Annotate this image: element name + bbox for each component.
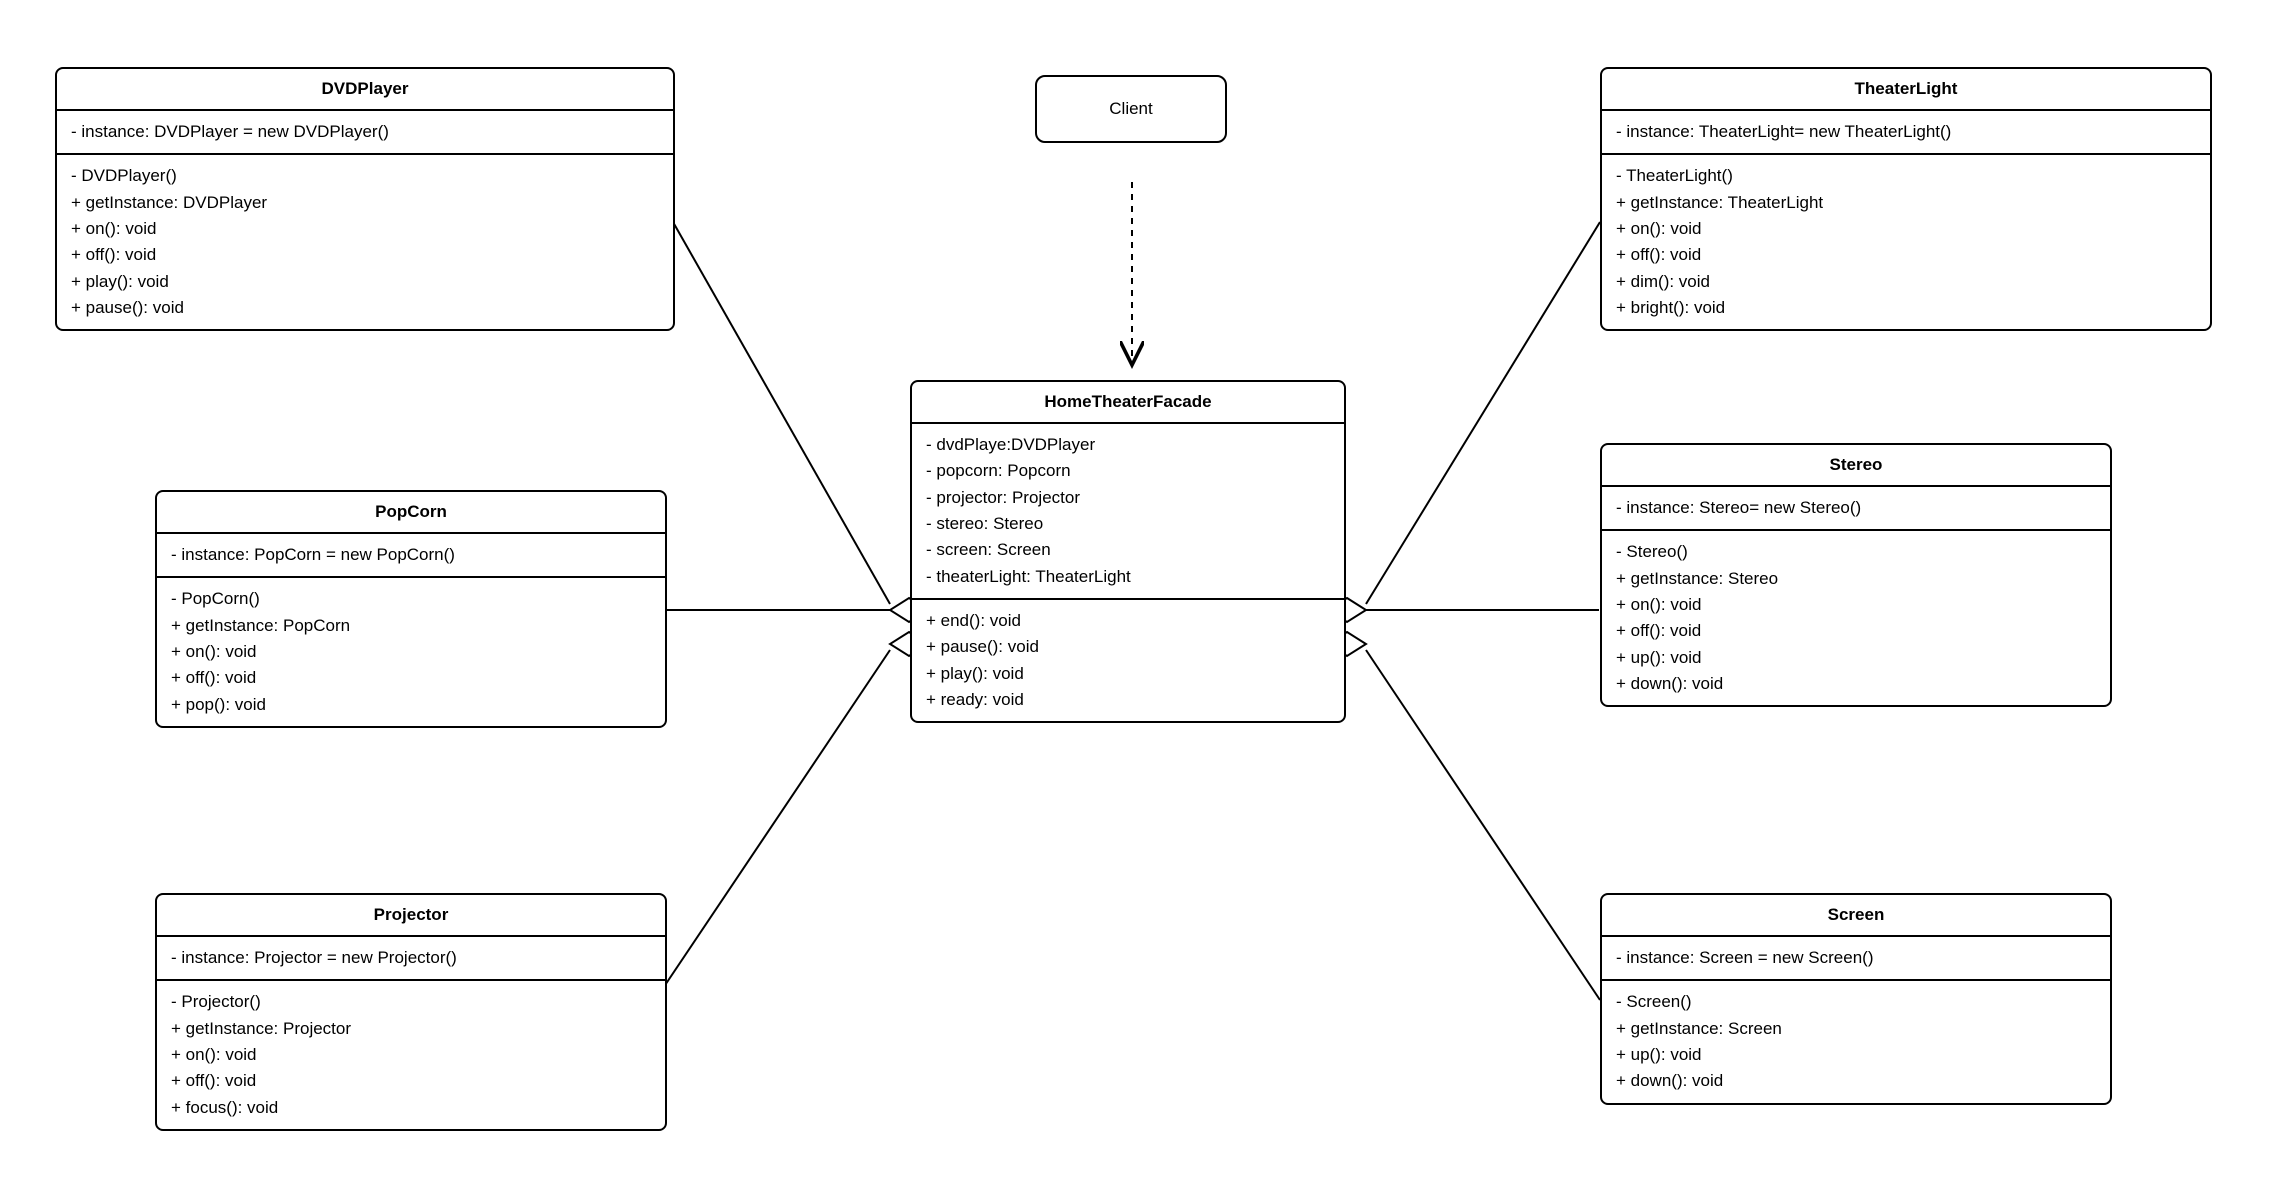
class-attributes: - instance: Stereo= new Stereo() bbox=[1602, 487, 2110, 531]
class-title: TheaterLight bbox=[1602, 69, 2210, 111]
assoc-theaterlight bbox=[1366, 222, 1600, 604]
uml-class-diagram: Client HomeTheaterFacade - dvdPlaye:DVDP… bbox=[0, 0, 2280, 1183]
class-methods: - Projector() + getInstance: Projector +… bbox=[157, 981, 665, 1129]
assoc-projector bbox=[645, 650, 890, 1015]
class-title: Client bbox=[1067, 99, 1195, 119]
class-dvdplayer: DVDPlayer - instance: DVDPlayer = new DV… bbox=[55, 67, 675, 331]
assoc-screen bbox=[1366, 650, 1600, 1000]
class-title: Screen bbox=[1602, 895, 2110, 937]
class-home-theater-facade: HomeTheaterFacade - dvdPlaye:DVDPlayer -… bbox=[910, 380, 1346, 723]
class-methods: - Stereo() + getInstance: Stereo + on():… bbox=[1602, 531, 2110, 705]
class-client: Client bbox=[1035, 75, 1227, 143]
class-title: Stereo bbox=[1602, 445, 2110, 487]
class-screen: Screen - instance: Screen = new Screen()… bbox=[1600, 893, 2112, 1105]
class-title: PopCorn bbox=[157, 492, 665, 534]
class-methods: - TheaterLight() + getInstance: TheaterL… bbox=[1602, 155, 2210, 329]
class-attributes: - instance: Screen = new Screen() bbox=[1602, 937, 2110, 981]
class-attributes: - dvdPlaye:DVDPlayer - popcorn: Popcorn … bbox=[912, 424, 1344, 600]
assoc-dvdplayer bbox=[673, 222, 890, 604]
class-stereo: Stereo - instance: Stereo= new Stereo() … bbox=[1600, 443, 2112, 707]
class-title: HomeTheaterFacade bbox=[912, 382, 1344, 424]
class-theaterlight: TheaterLight - instance: TheaterLight= n… bbox=[1600, 67, 2212, 331]
class-attributes: - instance: Projector = new Projector() bbox=[157, 937, 665, 981]
class-popcorn: PopCorn - instance: PopCorn = new PopCor… bbox=[155, 490, 667, 728]
class-attributes: - instance: PopCorn = new PopCorn() bbox=[157, 534, 665, 578]
class-title: DVDPlayer bbox=[57, 69, 673, 111]
class-methods: - DVDPlayer() + getInstance: DVDPlayer +… bbox=[57, 155, 673, 329]
class-attributes: - instance: DVDPlayer = new DVDPlayer() bbox=[57, 111, 673, 155]
class-methods: + end(): void + pause(): void + play(): … bbox=[912, 600, 1344, 721]
class-projector: Projector - instance: Projector = new Pr… bbox=[155, 893, 667, 1131]
class-methods: - Screen() + getInstance: Screen + up():… bbox=[1602, 981, 2110, 1102]
class-attributes: - instance: TheaterLight= new TheaterLig… bbox=[1602, 111, 2210, 155]
class-title: Projector bbox=[157, 895, 665, 937]
class-methods: - PopCorn() + getInstance: PopCorn + on(… bbox=[157, 578, 665, 726]
